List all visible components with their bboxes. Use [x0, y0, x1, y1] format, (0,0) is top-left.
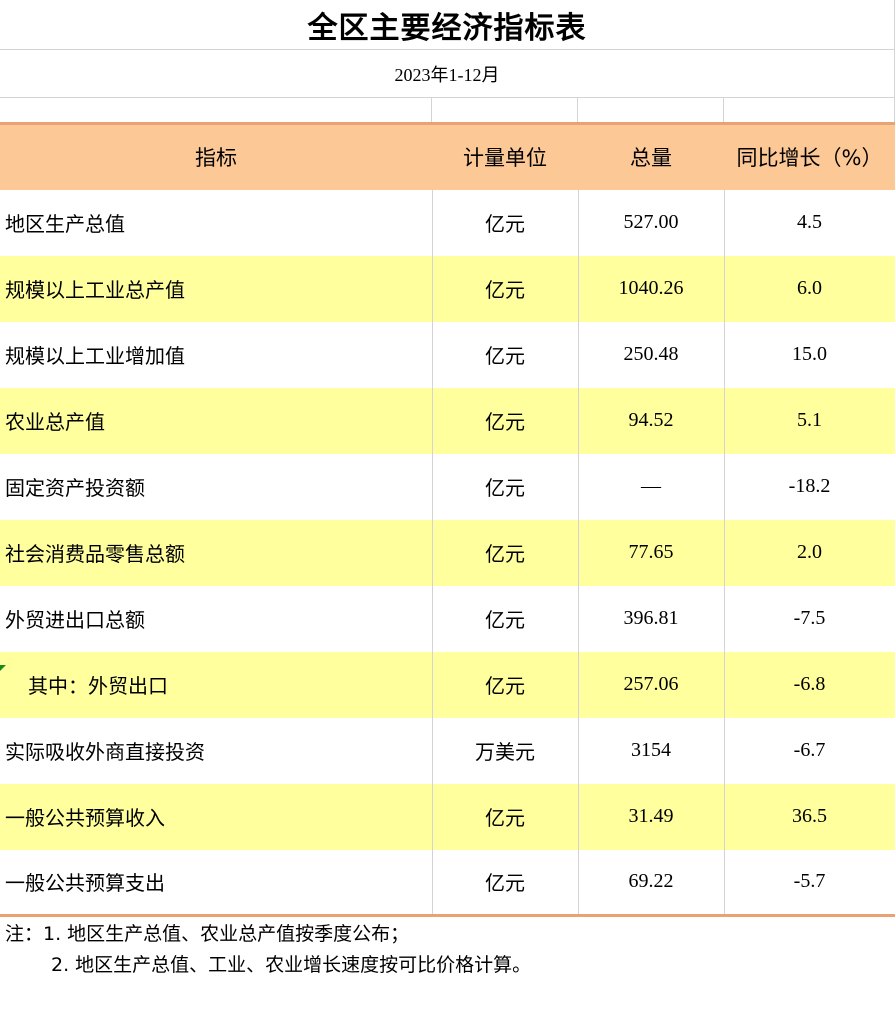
unit-cell: 亿元: [432, 519, 579, 586]
header-unit: 计量单位: [432, 122, 578, 190]
growth-cell: -18.2: [724, 453, 895, 520]
table-row: 农业总产值 亿元 94.52 5.1: [0, 387, 895, 454]
total-cell: 257.06: [578, 651, 725, 718]
unit-cell: 亿元: [432, 651, 579, 718]
total-cell: 69.22: [578, 849, 725, 917]
spacer-cell: [0, 98, 432, 122]
indicator-name: 规模以上工业增加值: [0, 321, 433, 388]
growth-cell: -7.5: [724, 585, 895, 652]
table-row: 地区生产总值 亿元 527.00 4.5: [0, 189, 895, 256]
header-total: 总量: [578, 122, 724, 190]
total-cell: —: [578, 453, 725, 520]
table-row: 固定资产投资额 亿元 — -18.2: [0, 453, 895, 520]
spacer-cell: [432, 98, 578, 122]
growth-cell: 4.5: [724, 189, 895, 256]
table-row: 外贸进出口总额 亿元 396.81 -7.5: [0, 585, 895, 652]
growth-cell: 2.0: [724, 519, 895, 586]
indicator-name: 一般公共预算收入: [0, 783, 433, 850]
unit-cell: 亿元: [432, 387, 579, 454]
unit-cell: 亿元: [432, 453, 579, 520]
total-cell: 1040.26: [578, 255, 725, 322]
footnote-1: 注：1. 地区生产总值、农业总产值按季度公布；: [5, 923, 410, 945]
growth-cell: -6.7: [724, 717, 895, 784]
unit-cell: 亿元: [432, 849, 579, 917]
table-row: 规模以上工业增加值 亿元 250.48 15.0: [0, 321, 895, 388]
total-cell: 3154: [578, 717, 725, 784]
total-cell: 31.49: [578, 783, 725, 850]
total-cell: 396.81: [578, 585, 725, 652]
total-cell: 250.48: [578, 321, 725, 388]
unit-cell: 亿元: [432, 585, 579, 652]
growth-cell: 36.5: [724, 783, 895, 850]
unit-cell: 亿元: [432, 189, 579, 256]
spreadsheet: 全区主要经济指标表 2023年1-12月 指标 计量单位 总量 同比增长（%） …: [0, 0, 895, 1021]
table-row: 社会消费品零售总额 亿元 77.65 2.0: [0, 519, 895, 586]
indicator-name: 地区生产总值: [0, 189, 433, 256]
unit-cell: 万美元: [432, 717, 579, 784]
growth-cell: 5.1: [724, 387, 895, 454]
cell-comment-marker: [0, 665, 6, 671]
spacer-row: [0, 98, 895, 122]
unit-cell: 亿元: [432, 255, 579, 322]
footnote-2: 2. 地区生产总值、工业、农业增长速度按可比价格计算。: [51, 954, 532, 976]
period-label: 2023年1-12月: [0, 50, 895, 98]
total-cell: 77.65: [578, 519, 725, 586]
indicator-name: 外贸进出口总额: [0, 585, 433, 652]
indicator-name: 其中：外贸出口: [0, 651, 433, 718]
unit-cell: 亿元: [432, 321, 579, 388]
unit-cell: 亿元: [432, 783, 579, 850]
table-header-row: 指标 计量单位 总量 同比增长（%）: [0, 122, 895, 190]
header-growth: 同比增长（%）: [724, 122, 895, 190]
header-indicator: 指标: [0, 122, 432, 190]
indicator-name: 规模以上工业总产值: [0, 255, 433, 322]
growth-cell: 6.0: [724, 255, 895, 322]
total-cell: 94.52: [578, 387, 725, 454]
total-cell: 527.00: [578, 189, 725, 256]
indicator-table: 指标 计量单位 总量 同比增长（%） 地区生产总值 亿元 527.00 4.5 …: [0, 122, 895, 917]
growth-cell: 15.0: [724, 321, 895, 388]
table-row: 规模以上工业总产值 亿元 1040.26 6.0: [0, 255, 895, 322]
indicator-name: 农业总产值: [0, 387, 433, 454]
table-row: 一般公共预算支出 亿元 69.22 -5.7: [0, 849, 895, 917]
table-row: 一般公共预算收入 亿元 31.49 36.5: [0, 783, 895, 850]
page-title: 全区主要经济指标表: [0, 0, 895, 50]
table-row: 实际吸收外商直接投资 万美元 3154 -6.7: [0, 717, 895, 784]
table-row: 其中：外贸出口 亿元 257.06 -6.8: [0, 651, 895, 718]
indicator-name: 实际吸收外商直接投资: [0, 717, 433, 784]
spacer-cell: [724, 98, 895, 122]
growth-cell: -6.8: [724, 651, 895, 718]
indicator-name: 固定资产投资额: [0, 453, 433, 520]
indicator-name: 社会消费品零售总额: [0, 519, 433, 586]
growth-cell: -5.7: [724, 849, 895, 917]
footnotes: 注：1. 地区生产总值、农业总产值按季度公布； 2. 地区生产总值、工业、农业增…: [0, 917, 895, 981]
indicator-name: 一般公共预算支出: [0, 849, 433, 917]
spacer-cell: [578, 98, 724, 122]
